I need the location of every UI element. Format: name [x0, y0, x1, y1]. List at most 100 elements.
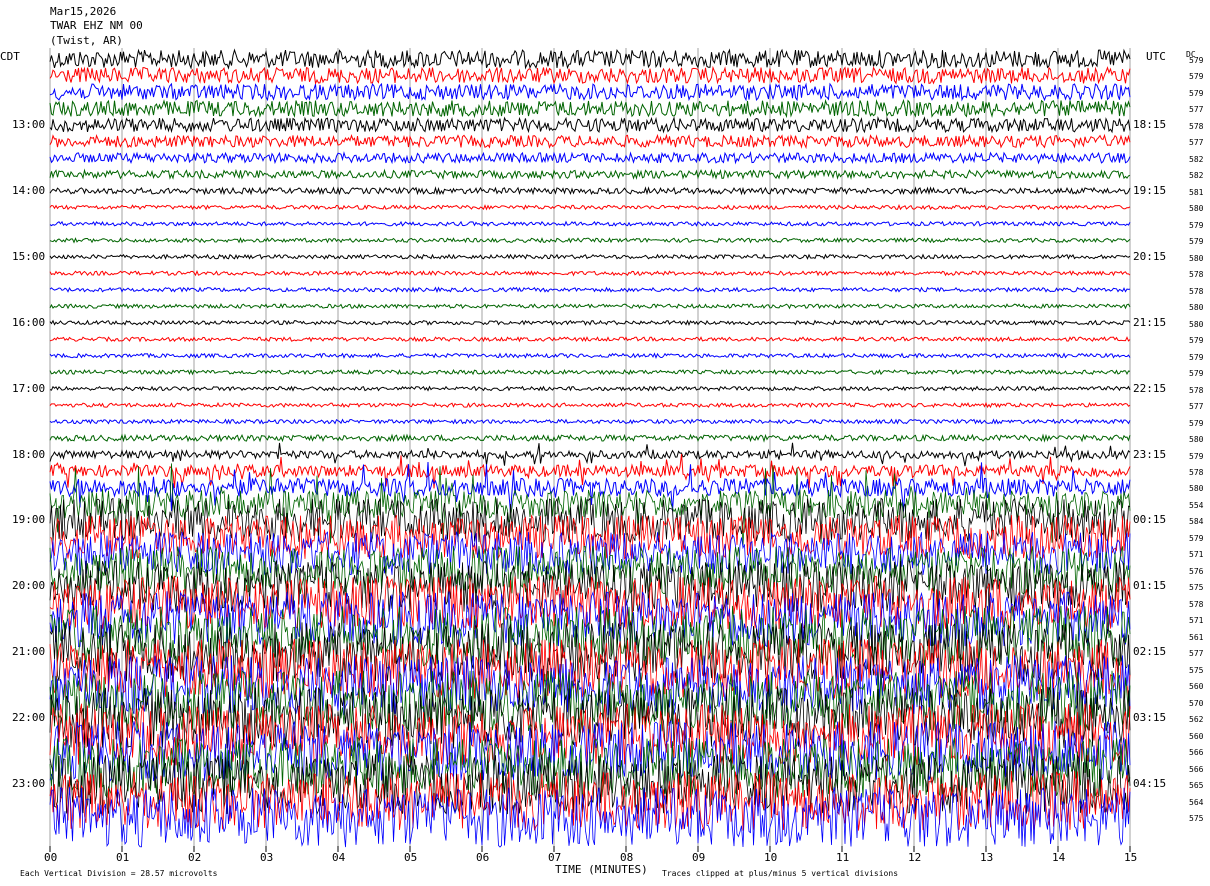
- right-hour-label: 00:15: [1133, 513, 1167, 527]
- trace-line: [49, 442, 1131, 467]
- dc-offset-label: 579: [1189, 418, 1204, 428]
- x-tick-label: 15: [1124, 851, 1138, 864]
- dc-offset-label: 579: [1189, 451, 1204, 461]
- dc-offset-label: 577: [1189, 105, 1204, 115]
- right-hour-label: 19:15: [1133, 183, 1167, 197]
- helicorder-plot: [49, 48, 1131, 852]
- right-hour-label: 02:15: [1133, 645, 1167, 659]
- trace-line: [49, 401, 1131, 409]
- x-tick-label: 14: [1052, 851, 1066, 864]
- trace-line: [49, 368, 1131, 376]
- dc-offset-label: 582: [1189, 171, 1204, 181]
- dc-offset-label: 575: [1189, 583, 1204, 593]
- dc-offset-label: 578: [1189, 286, 1204, 296]
- trace-line: [49, 48, 1131, 70]
- trace-line: [49, 237, 1131, 244]
- dc-offset-label: 578: [1189, 599, 1204, 609]
- x-tick-label: 05: [404, 851, 418, 864]
- left-hour-label: 23:00: [12, 777, 46, 791]
- trace-line: [49, 302, 1131, 310]
- x-tick-layer: [49, 846, 1131, 852]
- x-tick-label: 12: [908, 851, 922, 864]
- vertical-division-note: Each Vertical Division = 28.57 microvolt…: [20, 869, 218, 878]
- dc-offset-label: 580: [1189, 253, 1204, 263]
- dc-offset-label: 580: [1189, 303, 1204, 313]
- dc-offset-label: 561: [1189, 632, 1204, 642]
- trace-line: [49, 352, 1131, 359]
- dc-offset-label: 579: [1189, 533, 1204, 543]
- left-hour-label: 16:00: [12, 315, 46, 329]
- left-hour-label: 18:00: [12, 447, 46, 461]
- trace-line: [49, 150, 1131, 165]
- dc-offset-label: 580: [1189, 204, 1204, 214]
- left-hour-label: 15:00: [12, 249, 46, 263]
- trace-line: [49, 98, 1131, 119]
- dc-offset-label: 579: [1189, 220, 1204, 230]
- x-tick-label: 02: [188, 851, 202, 864]
- left-hour-label: 22:00: [12, 711, 46, 725]
- dc-offset-label: 575: [1189, 665, 1204, 675]
- x-tick-label: 10: [764, 851, 778, 864]
- left-hour-label: 20:00: [12, 579, 46, 593]
- x-tick-label: 00: [44, 851, 58, 864]
- dc-offset-label: 579: [1189, 56, 1204, 65]
- dc-offset-label: 577: [1189, 138, 1204, 148]
- trace-line: [49, 385, 1131, 392]
- dc-offset-label: 579: [1189, 72, 1204, 82]
- clip-note: Traces clipped at plus/minus 5 vertical …: [662, 869, 899, 878]
- dc-offset-label: 584: [1189, 517, 1204, 527]
- dc-offset-label: 571: [1189, 550, 1204, 560]
- dc-offset-label: 564: [1189, 797, 1204, 807]
- dc-offset-label: 577: [1189, 649, 1204, 659]
- dc-offset-label: 580: [1189, 484, 1204, 494]
- right-hour-label: 23:15: [1133, 447, 1167, 461]
- dc-offset-label: 570: [1189, 698, 1204, 708]
- dc-offset-label: 566: [1189, 764, 1204, 774]
- left-hour-label: 19:00: [12, 513, 46, 527]
- trace-line: [49, 133, 1131, 150]
- dc-offset-label: 578: [1189, 270, 1204, 280]
- dc-offset-label: 576: [1189, 566, 1204, 576]
- x-tick-label: 03: [260, 851, 274, 864]
- right-hour-label: 04:15: [1133, 777, 1167, 791]
- right-hour-label: 18:15: [1133, 117, 1167, 131]
- trace-line: [49, 204, 1131, 211]
- trace-line: [49, 433, 1131, 443]
- x-tick-label: 01: [116, 851, 130, 864]
- trace-line: [49, 253, 1131, 260]
- left-hour-label: 17:00: [12, 381, 46, 395]
- dc-offset-label: 579: [1189, 369, 1204, 379]
- trace-line: [49, 115, 1131, 134]
- trace-line: [49, 168, 1131, 181]
- trace-line: [49, 269, 1131, 277]
- trace-line: [49, 286, 1131, 294]
- x-tick-label: 04: [332, 851, 346, 864]
- dc-offset-label: 560: [1189, 682, 1204, 692]
- x-tick-label: 09: [692, 851, 706, 864]
- trace-line: [49, 186, 1131, 196]
- dc-offset-label: 554: [1189, 500, 1204, 510]
- dc-offset-label: 571: [1189, 616, 1204, 626]
- x-tick-label: 11: [836, 851, 850, 864]
- dc-offset-label: 580: [1189, 435, 1204, 445]
- right-hour-label: 20:15: [1133, 249, 1167, 263]
- dc-offset-label: 562: [1189, 715, 1204, 725]
- dc-offset-label: 578: [1189, 468, 1204, 477]
- left-hour-label: 14:00: [12, 183, 46, 197]
- trace-line: [49, 319, 1131, 327]
- trace-line: [49, 220, 1131, 227]
- dc-offset-label: 578: [1189, 385, 1204, 395]
- right-hour-label: 22:15: [1133, 381, 1167, 395]
- x-tick-label: 06: [476, 851, 490, 864]
- trace-line: [49, 336, 1131, 343]
- dc-offset-label: 578: [1189, 121, 1204, 131]
- right-hour-label: 21:15: [1133, 315, 1167, 329]
- dc-offset-label: 581: [1189, 187, 1204, 197]
- trace-line: [49, 65, 1131, 86]
- x-axis-label: TIME (MINUTES): [555, 863, 648, 876]
- dc-offset-label: 580: [1189, 319, 1204, 329]
- dc-offset-label: 582: [1189, 154, 1204, 164]
- right-hour-label: 03:15: [1133, 711, 1167, 725]
- dc-offset-label: 575: [1189, 814, 1204, 824]
- dc-offset-label: 579: [1189, 352, 1204, 362]
